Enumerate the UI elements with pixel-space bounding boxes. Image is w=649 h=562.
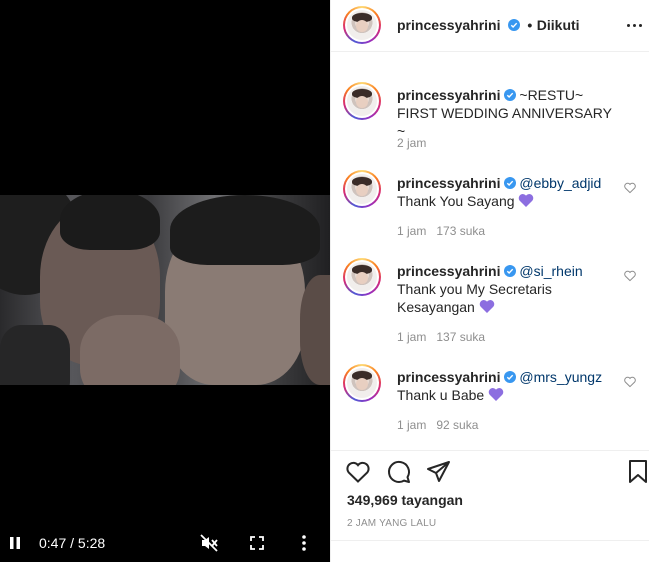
comment-username[interactable]: princessyahrini [397,369,501,385]
comment-likes[interactable]: 137 suka [436,330,485,344]
comment-username[interactable]: princessyahrini [397,175,501,191]
caption-meta: 2 jam [397,136,426,150]
comment-text: Thank you My Secretaris Kesayangan [397,281,552,315]
verified-badge-icon [507,19,520,31]
more-vertical-icon[interactable] [296,533,312,553]
header-user-line: princessyahrini • Diikuti [397,17,580,35]
action-bar [331,450,649,490]
comment-text: Thank You Sayang [397,193,515,209]
caption-username[interactable]: princessyahrini [397,87,501,103]
comment-likes[interactable]: 173 suka [436,224,485,238]
comment-item: princessyahrini @mrs_yungz Thank u Babe … [331,362,649,434]
share-send-icon[interactable] [426,459,452,485]
view-count[interactable]: 349,969 tayangan [347,492,463,508]
purple-heart-icon [519,194,534,207]
comment-meta: 1 jam 173 suka [397,224,485,238]
instagram-post-view: 0:47 / 5:28 princessyahrini • Diikuti pr… [0,0,649,562]
video-time-display: 0:47 / 5:28 [39,535,106,551]
comment-item: princessyahrini @ebby_adjid Thank You Sa… [331,168,649,240]
caption-item: princessyahrini ~RESTU~ FIRST WEDDING AN… [331,80,649,150]
comment-time[interactable]: 1 jam [397,224,426,238]
add-comment-area[interactable] [331,540,649,562]
verified-badge-icon [503,177,516,189]
comment-time[interactable]: 1 jam [397,418,426,432]
video-controls: 0:47 / 5:28 [0,528,330,558]
post-timestamp[interactable]: 2 JAM YANG LALU [347,518,436,529]
verified-badge-icon [503,265,516,277]
comment-likes[interactable]: 92 suka [436,418,478,432]
video-frame [0,195,330,385]
comment-mention[interactable]: @ebby_adjid [519,175,601,191]
comment-username[interactable]: princessyahrini [397,263,501,279]
like-comment-heart-icon[interactable] [624,376,636,388]
comment-text: Thank u Babe [397,387,485,403]
verified-badge-icon [503,89,516,101]
comment-mention[interactable]: @mrs_yungz [519,369,602,385]
video-player[interactable]: 0:47 / 5:28 [0,0,330,562]
avatar[interactable] [343,258,381,296]
post-side-panel: princessyahrini • Diikuti princessyahrin… [330,0,649,562]
caption-text-block: princessyahrini ~RESTU~ FIRST WEDDING AN… [397,86,619,140]
purple-heart-icon [488,388,504,401]
avatar[interactable] [343,6,381,44]
save-bookmark-icon[interactable] [625,459,649,485]
avatar[interactable] [343,170,381,208]
follow-status-button[interactable]: Diikuti [537,17,580,33]
comment-meta: 1 jam 137 suka [397,330,485,344]
fullscreen-icon[interactable] [247,533,267,553]
avatar[interactable] [343,82,381,120]
comment-text-block: princessyahrini @mrs_yungz Thank u Babe [397,368,619,404]
comment-mention[interactable]: @si_rhein [519,263,582,279]
muted-icon[interactable] [199,533,219,553]
header-username[interactable]: princessyahrini [397,17,501,33]
like-comment-heart-icon[interactable] [624,270,636,282]
add-comment-placeholder [371,551,631,562]
purple-heart-icon [479,300,494,313]
caption-time[interactable]: 2 jam [397,136,426,150]
verified-badge-icon [503,371,516,383]
comment-text-block: princessyahrini @ebby_adjid Thank You Sa… [397,174,619,210]
like-heart-icon[interactable] [345,459,371,485]
comment-time[interactable]: 1 jam [397,330,426,344]
comment-bubble-icon[interactable] [386,459,412,485]
more-options-icon[interactable] [622,13,646,37]
like-comment-heart-icon[interactable] [624,182,636,194]
post-header: princessyahrini • Diikuti [331,0,649,52]
comment-meta: 1 jam 92 suka [397,418,478,432]
comment-item: princessyahrini @si_rhein Thank you My S… [331,256,649,346]
follow-separator: • [527,17,533,33]
comment-text-block: princessyahrini @si_rhein Thank you My S… [397,262,619,316]
avatar[interactable] [343,364,381,402]
pause-icon[interactable] [6,534,24,552]
